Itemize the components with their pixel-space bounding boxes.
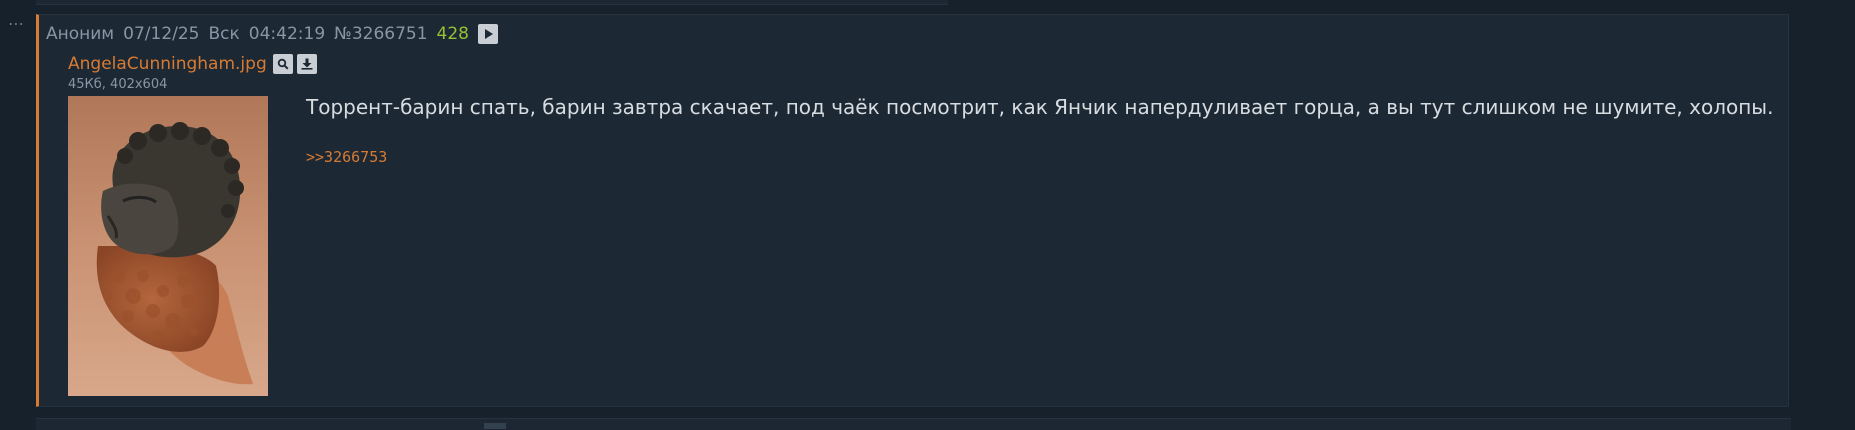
file-name-link[interactable]: AngelaCunningham.jpg (68, 54, 267, 74)
post-card: Аноним 07/12/25 Вск 04:42:19 №3266751 42… (36, 14, 1789, 407)
post-date: 07/12/25 (123, 24, 200, 44)
file-name-row: AngelaCunningham.jpg (68, 53, 321, 75)
play-icon[interactable] (478, 24, 498, 44)
post-weekday: Вск (208, 24, 240, 44)
post-time: 04:42:19 (248, 24, 326, 44)
post-image-thumbnail[interactable] (68, 96, 268, 396)
post-number[interactable]: №3266751 (334, 24, 427, 44)
post-header: Аноним 07/12/25 Вск 04:42:19 №3266751 42… (46, 24, 498, 44)
post-replies-count[interactable]: 428 (437, 24, 469, 44)
next-post-edge (36, 418, 1791, 430)
magnifier-icon[interactable] (272, 54, 293, 74)
file-info: AngelaCunningham.jpg 45Кб, 402x604 (68, 53, 321, 92)
next-post-stub (484, 423, 506, 429)
post-message: Торрент-барин спать, барин завтра скачае… (306, 95, 1774, 119)
file-meta: 45Кб, 402x604 (68, 77, 168, 92)
download-icon[interactable] (296, 54, 317, 74)
thread-page: ⋯ Аноним 07/12/25 Вск 04:42:19 №3266751 … (0, 0, 1855, 430)
post-author: Аноним (46, 24, 115, 44)
reply-link[interactable]: >>3266753 (306, 148, 387, 166)
post-menu-ellipsis-icon[interactable]: ⋯ (8, 16, 25, 32)
previous-post-edge (36, 0, 948, 5)
